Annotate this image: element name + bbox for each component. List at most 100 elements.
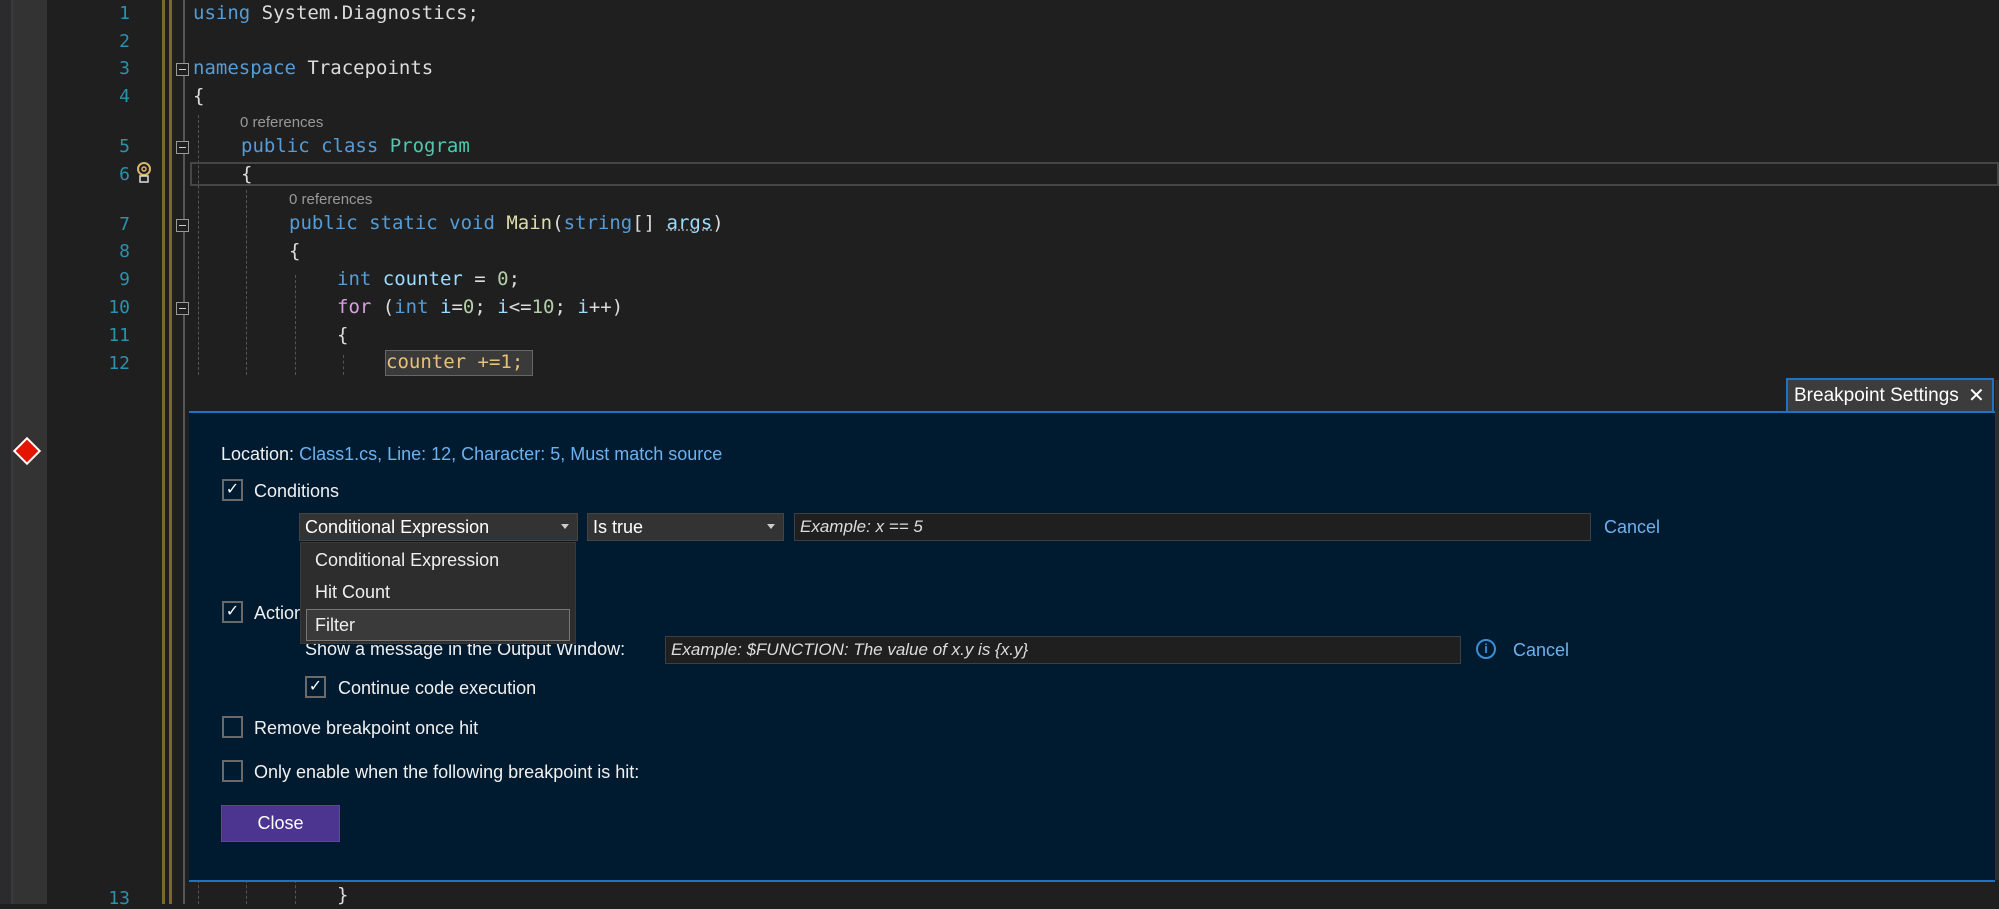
line-number: 1 <box>119 3 130 24</box>
punct: ( <box>552 212 564 234</box>
activity-strip <box>0 0 11 904</box>
indent-guide <box>246 190 247 375</box>
collapse-class-toggle[interactable] <box>176 141 189 154</box>
collapse-for-toggle[interactable] <box>176 302 189 315</box>
line-number: 4 <box>119 86 130 107</box>
code-line-9[interactable]: int counter = 0; <box>337 268 520 290</box>
close-button[interactable]: Close <box>221 805 340 842</box>
operator: = <box>451 296 463 318</box>
conditions-label[interactable]: Conditions <box>254 481 339 502</box>
number: 0 <box>462 296 475 318</box>
method-name: Main <box>494 212 553 234</box>
keyword: int <box>337 268 372 290</box>
number: 0 <box>497 268 509 290</box>
vertical-scrollbar[interactable] <box>1995 380 1999 880</box>
keyword: public static void <box>289 212 495 234</box>
line-number: 8 <box>119 241 130 262</box>
number: 10 <box>531 296 555 318</box>
change-bar <box>162 0 165 904</box>
code-line-12[interactable]: counter +=1; <box>386 351 523 373</box>
keyword: string <box>563 212 633 234</box>
actions-checkbox[interactable]: ✓ <box>222 601 243 623</box>
line-number: 13 <box>108 888 130 909</box>
remove-once-hit-checkbox[interactable] <box>222 716 243 738</box>
variable: i <box>577 296 589 318</box>
dropdown-option-conditional-expression[interactable]: Conditional Expression <box>301 545 575 577</box>
keyword: namespace <box>193 57 296 79</box>
option-label: Filter <box>315 615 355 635</box>
lightbulb-icon[interactable] <box>136 162 152 184</box>
codelens-references[interactable]: 0 references <box>240 114 323 131</box>
punct: ) <box>712 212 724 234</box>
condition-type-value: Conditional Expression <box>305 517 490 537</box>
code-line-1[interactable]: using System.Diagnostics; <box>193 2 479 24</box>
output-message-input[interactable]: Example: $FUNCTION: The value of x.y is … <box>665 636 1461 664</box>
variable: i <box>497 296 509 318</box>
collapse-method-toggle[interactable] <box>176 219 189 232</box>
indent-guide <box>198 880 199 904</box>
only-enable-label[interactable]: Only enable when the following breakpoin… <box>254 762 639 783</box>
keyword: for <box>337 296 372 318</box>
condition-expression-input[interactable]: Example: x == 5 <box>794 513 1591 541</box>
punct: [] <box>632 212 667 234</box>
line-number: 11 <box>108 325 130 346</box>
code-line-4[interactable]: { <box>193 85 204 107</box>
condition-mode-value: Is true <box>593 517 644 537</box>
indent-guide <box>246 880 247 904</box>
breakpoint-settings-tab[interactable]: Breakpoint Settings ✕ <box>1786 378 1994 411</box>
line-number: 12 <box>108 353 130 374</box>
keyword: int <box>394 296 429 318</box>
operator: <= <box>508 296 532 318</box>
location-link[interactable]: Class1.cs, Line: 12, Character: 5, Must … <box>299 444 722 464</box>
collapse-namespace-toggle[interactable] <box>176 63 189 76</box>
line-number: 3 <box>119 58 130 79</box>
line-number: 7 <box>119 214 130 235</box>
conditions-cancel-link[interactable]: Cancel <box>1604 517 1660 538</box>
line-number: 9 <box>119 269 130 290</box>
namespace-name: Tracepoints <box>295 57 434 79</box>
dropdown-option-filter[interactable]: Filter <box>306 609 570 641</box>
namespace-ref: System.Diagnostics; <box>250 2 479 24</box>
code-line-7[interactable]: public static void Main(string[] args) <box>289 212 724 234</box>
only-enable-checkbox[interactable] <box>222 760 243 782</box>
panel-title: Breakpoint Settings <box>1794 385 1959 406</box>
code-line-11[interactable]: { <box>337 324 348 346</box>
outline-margin <box>183 0 185 904</box>
continue-execution-checkbox[interactable]: ✓ <box>305 676 326 698</box>
code-line-13[interactable]: } <box>337 884 348 906</box>
indent-guide <box>343 355 344 375</box>
actions-cancel-link[interactable]: Cancel <box>1513 640 1569 661</box>
keyword: public class <box>241 135 379 157</box>
parameter: args <box>666 212 713 234</box>
info-icon[interactable]: i <box>1476 639 1496 659</box>
location-label: Location: <box>221 444 295 464</box>
current-line-highlight <box>190 162 1999 186</box>
line-number: 2 <box>119 31 130 52</box>
indent-guide <box>295 275 296 375</box>
condition-type-select[interactable]: Conditional Expression <box>299 513 578 541</box>
code-line-3[interactable]: namespace Tracepoints <box>193 57 433 79</box>
variable: i <box>428 296 452 318</box>
line-number: 6 <box>119 164 130 185</box>
punct: ; <box>508 268 521 290</box>
chevron-down-icon <box>561 524 569 529</box>
conditions-checkbox[interactable]: ✓ <box>222 479 243 501</box>
continue-execution-label[interactable]: Continue code execution <box>338 678 536 699</box>
code-line-10[interactable]: for (int i=0; i<=10; i++) <box>337 296 623 318</box>
punct: ; <box>554 296 578 318</box>
code-line-8[interactable]: { <box>289 240 300 262</box>
line-number: 5 <box>119 136 130 157</box>
indent-guide <box>295 880 296 904</box>
chevron-down-icon <box>767 524 775 529</box>
code-line-6[interactable]: { <box>241 163 252 185</box>
condition-mode-select[interactable]: Is true <box>587 513 784 541</box>
remove-once-hit-label[interactable]: Remove breakpoint once hit <box>254 718 478 739</box>
punct: ( <box>371 296 395 318</box>
operator: = <box>462 268 498 290</box>
class-name: Program <box>378 135 470 157</box>
dropdown-option-hit-count[interactable]: Hit Count <box>301 577 575 609</box>
code-line-5[interactable]: public class Program <box>241 135 470 157</box>
operator: ++) <box>588 296 624 318</box>
codelens-references[interactable]: 0 references <box>289 191 372 208</box>
close-icon[interactable]: ✕ <box>1968 383 1985 408</box>
